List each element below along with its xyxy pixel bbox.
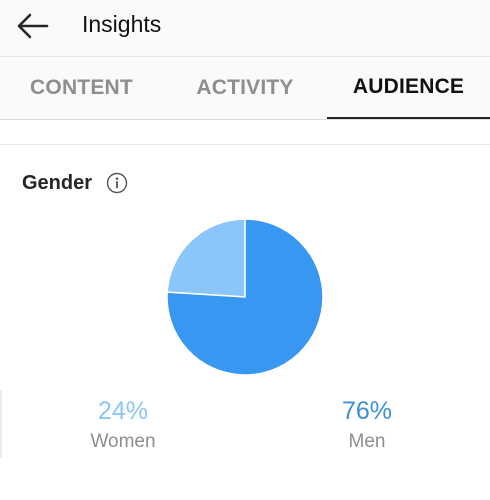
card-edge [0,390,2,458]
men-label: Men [348,431,386,452]
section-title: Gender [22,172,93,194]
app-header: Insights [0,0,490,57]
pie-svg [166,218,324,376]
pie-slice-women [166,218,246,298]
audience-panel: Gender 24% Women 76% Men [0,120,490,500]
section-divider [0,144,490,145]
men-stat: 76% Men [292,396,442,454]
back-button[interactable] [10,6,54,46]
women-percentage: 24% [97,397,149,425]
women-stat: 24% Women [48,396,198,454]
tab-bar: CONTENT ACTIVITY AUDIENCE [0,57,490,120]
tab-activity[interactable]: ACTIVITY [163,57,327,119]
women-label: Women [90,431,156,452]
page-title: Insights [82,11,162,37]
tab-audience[interactable]: AUDIENCE [327,57,490,119]
arrow-left-icon [17,13,49,39]
tab-content[interactable]: CONTENT [0,57,163,119]
men-percentage: 76% [341,397,393,425]
gender-pie-chart [164,216,326,378]
info-icon[interactable] [106,172,128,194]
